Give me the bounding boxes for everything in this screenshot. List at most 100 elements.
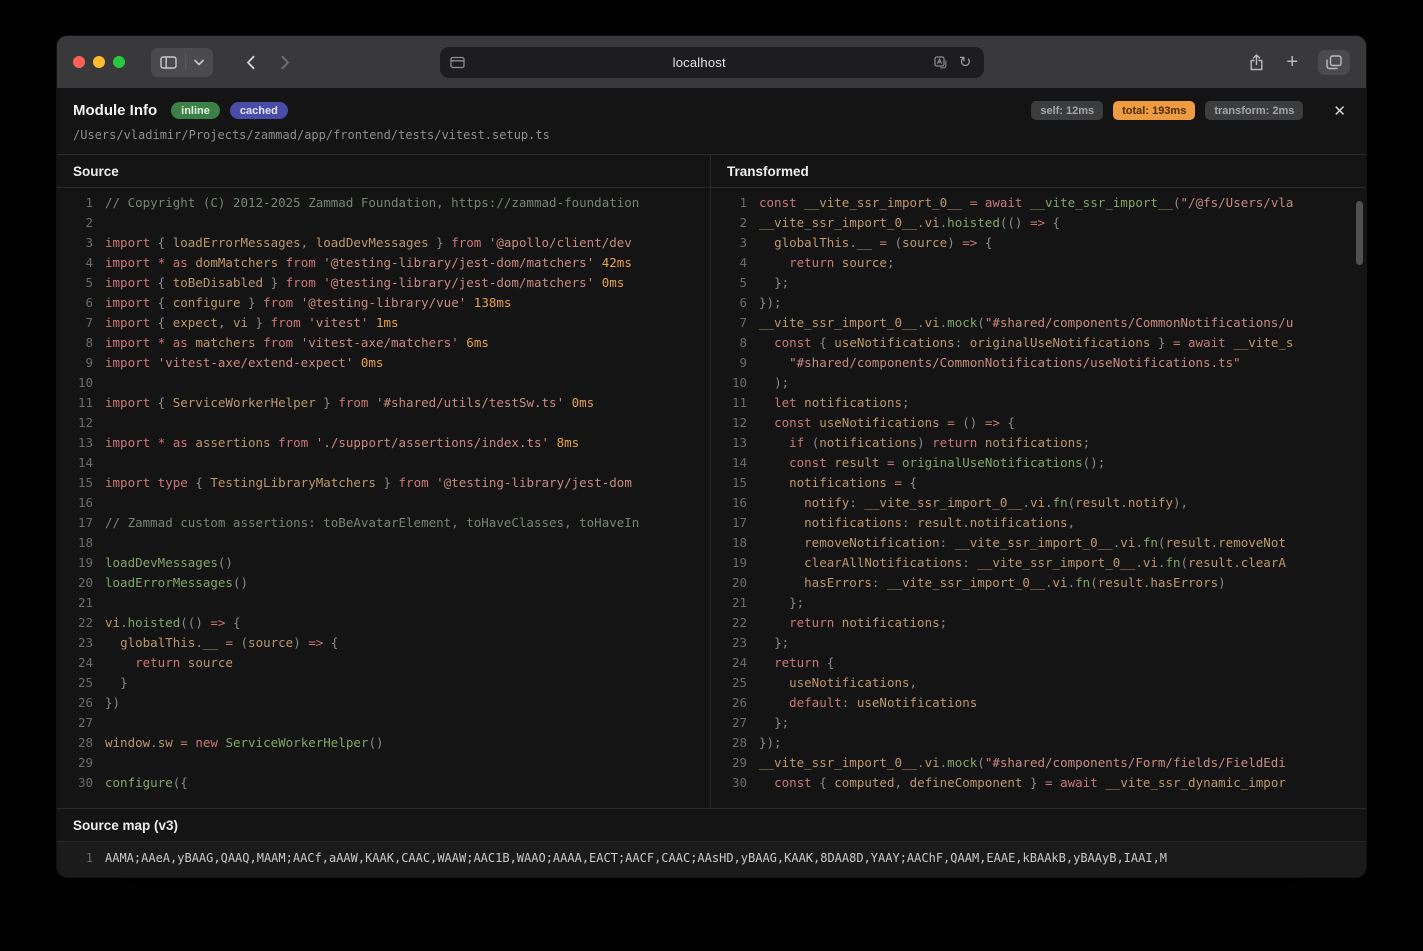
close-icon: ✕ <box>1333 103 1346 120</box>
line-number: 13 <box>711 433 759 453</box>
code-line: 15import type { TestingLibraryMatchers }… <box>57 473 710 493</box>
forward-button[interactable] <box>278 53 293 72</box>
module-inspector-page: Module Info inline cached self: 12ms tot… <box>57 88 1366 877</box>
line-number: 7 <box>57 313 105 333</box>
module-path: /Users/vladimir/Projects/zammad/app/fron… <box>73 128 1350 142</box>
traffic-lights <box>73 56 125 68</box>
line-number: 30 <box>57 773 105 793</box>
code-line: 28}); <box>711 733 1366 753</box>
line-number: 21 <box>711 593 759 613</box>
code-line: 22vi.hoisted(() => { <box>57 613 710 633</box>
code-line: 29__vite_ssr_import_0__.vi.mock("#shared… <box>711 753 1366 773</box>
code-line: 15 notifications = { <box>711 473 1366 493</box>
source-pane-title: Source <box>57 155 710 188</box>
minimize-window-button[interactable] <box>93 56 105 68</box>
line-number: 12 <box>711 413 759 433</box>
line-number: 3 <box>711 233 759 253</box>
line-number: 5 <box>57 273 105 293</box>
tabs-overview-button[interactable] <box>1318 50 1350 75</box>
line-number: 25 <box>711 673 759 693</box>
line-number: 27 <box>711 713 759 733</box>
code-line: 9import 'vitest-axe/extend-expect' 0ms <box>57 353 710 373</box>
line-number: 9 <box>57 353 105 373</box>
line-number: 1 <box>711 193 759 213</box>
line-number: 19 <box>711 553 759 573</box>
sidebar-toggle-button[interactable] <box>151 48 213 77</box>
code-line: 10 ); <box>711 373 1366 393</box>
line-number: 10 <box>711 373 759 393</box>
line-number: 23 <box>711 633 759 653</box>
code-line: 18 <box>57 533 710 553</box>
line-number: 14 <box>57 453 105 473</box>
address-bar[interactable]: localhost ↻ <box>440 47 984 78</box>
transformed-code-view[interactable]: 1const __vite_ssr_import_0__ = await __v… <box>711 188 1366 808</box>
translate-icon[interactable] <box>934 56 948 69</box>
line-number: 8 <box>57 333 105 353</box>
line-number: 11 <box>711 393 759 413</box>
page-settings-icon[interactable] <box>450 56 465 69</box>
line-number: 13 <box>57 433 105 453</box>
code-line: 23 globalThis.__ = (source) => { <box>57 633 710 653</box>
line-number: 21 <box>57 593 105 613</box>
line-number: 22 <box>711 613 759 633</box>
line-number: 9 <box>711 353 759 373</box>
code-line: 12 const useNotifications = () => { <box>711 413 1366 433</box>
code-line: 1// Copyright (C) 2012-2025 Zammad Found… <box>57 193 710 213</box>
code-line: 16 <box>57 493 710 513</box>
module-info-header: Module Info inline cached self: 12ms tot… <box>57 88 1366 154</box>
navigation-buttons <box>243 53 293 72</box>
sourcemap-mappings: AAMA;AAeA,yBAAG,QAAQ,MAAM;AACf,aAAW,KAAK… <box>105 851 1167 865</box>
line-number: 20 <box>57 573 105 593</box>
line-number: 20 <box>711 573 759 593</box>
transformed-pane-title: Transformed <box>711 155 1366 188</box>
line-number: 7 <box>711 313 759 333</box>
code-line: 4import * as domMatchers from '@testing-… <box>57 253 710 273</box>
line-number: 29 <box>57 753 105 773</box>
back-button[interactable] <box>243 53 258 72</box>
code-line: 28window.sw = new ServiceWorkerHelper() <box>57 733 710 753</box>
timing-total-badge: total: 193ms <box>1113 101 1195 120</box>
sourcemap-section: Source map (v3) 1 AAMA;AAeA,yBAAG,QAAQ,M… <box>57 808 1366 877</box>
line-number: 3 <box>57 233 105 253</box>
reload-button[interactable]: ↻ <box>957 53 974 72</box>
browser-window: localhost ↻ <box>57 36 1366 877</box>
code-line: 30 const { computed, defineComponent } =… <box>711 773 1366 793</box>
code-line: 7import { expect, vi } from 'vitest' 1ms <box>57 313 710 333</box>
line-number: 2 <box>57 213 105 233</box>
line-number: 24 <box>57 653 105 673</box>
line-number: 29 <box>711 753 759 773</box>
code-line: 19 clearAllNotifications: __vite_ssr_imp… <box>711 553 1366 573</box>
code-line: 29 <box>57 753 710 773</box>
code-line: 20 hasErrors: __vite_ssr_import_0__.vi.f… <box>711 573 1366 593</box>
line-number: 23 <box>57 633 105 653</box>
zoom-window-button[interactable] <box>113 56 125 68</box>
code-line: 3 globalThis.__ = (source) => { <box>711 233 1366 253</box>
sourcemap-title: Source map (v3) <box>57 809 1366 841</box>
code-line: 26 default: useNotifications <box>711 693 1366 713</box>
line-number: 22 <box>57 613 105 633</box>
code-line: 4 return source; <box>711 253 1366 273</box>
timing-transform-badge: transform: 2ms <box>1205 101 1303 120</box>
address-bar-actions: ↻ <box>934 53 974 72</box>
code-line: 13import * as assertions from './support… <box>57 433 710 453</box>
code-line: 17// Zammad custom assertions: toBeAvata… <box>57 513 710 533</box>
code-line: 11 let notifications; <box>711 393 1366 413</box>
code-line: 14 <box>57 453 710 473</box>
close-panel-button[interactable]: ✕ <box>1329 102 1350 120</box>
share-button[interactable] <box>1247 52 1266 73</box>
code-line: 19loadDevMessages() <box>57 553 710 573</box>
line-number: 10 <box>57 373 105 393</box>
source-code-view[interactable]: 1// Copyright (C) 2012-2025 Zammad Found… <box>57 188 710 808</box>
new-tab-button[interactable]: + <box>1284 50 1300 74</box>
code-line: 27 }; <box>711 713 1366 733</box>
sourcemap-strip[interactable]: 1 AAMA;AAeA,yBAAG,QAAQ,MAAM;AACf,aAAW,KA… <box>57 841 1366 877</box>
line-number: 17 <box>57 513 105 533</box>
line-number: 11 <box>57 393 105 413</box>
code-line: 8import * as matchers from 'vitest-axe/m… <box>57 333 710 353</box>
code-line: 1const __vite_ssr_import_0__ = await __v… <box>711 193 1366 213</box>
scrollbar-thumb[interactable] <box>1356 201 1363 265</box>
code-line: 24 return source <box>57 653 710 673</box>
source-pane: Source 1// Copyright (C) 2012-2025 Zamma… <box>57 155 710 808</box>
close-window-button[interactable] <box>73 56 85 68</box>
line-number: 8 <box>711 333 759 353</box>
